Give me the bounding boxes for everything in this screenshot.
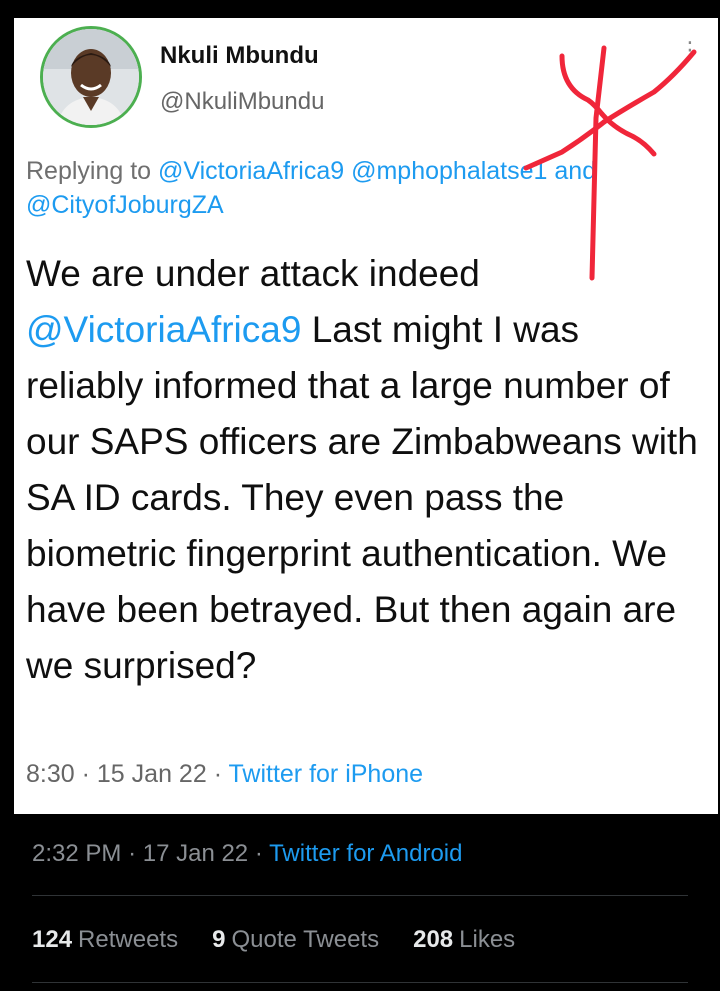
engagement-stats: 124 Retweets 9 Quote Tweets 208 Likes bbox=[32, 926, 515, 954]
mention-link[interactable]: @VictoriaAfrica9 bbox=[26, 309, 301, 350]
mention-link[interactable]: @mphophalatse1 bbox=[351, 157, 547, 185]
tweet-time[interactable]: 8:30 bbox=[26, 760, 75, 788]
separator-dot: · bbox=[254, 840, 263, 867]
more-icon[interactable]: ⋮ bbox=[678, 38, 702, 62]
tweet-text-line: We are under attack indeed bbox=[26, 253, 480, 294]
outer-tweet-metadata: 2:32 PM · 17 Jan 22 · Twitter for Androi… bbox=[32, 840, 462, 868]
separator-dot: · bbox=[81, 760, 90, 788]
replying-to-line: Replying to @VictoriaAfrica9 @mphophalat… bbox=[26, 154, 716, 222]
separator-dot: · bbox=[128, 840, 137, 867]
mention-link[interactable]: @VictoriaAfrica9 bbox=[158, 157, 344, 185]
tweet-date[interactable]: 15 Jan 22 bbox=[97, 760, 207, 788]
likes-stat[interactable]: 208 Likes bbox=[413, 926, 515, 954]
tweet-date[interactable]: 17 Jan 22 bbox=[143, 840, 248, 867]
stat-count: 124 bbox=[32, 926, 73, 953]
quote-tweets-stat[interactable]: 9 Quote Tweets bbox=[212, 926, 379, 954]
mention-link[interactable]: @CityofJoburgZA bbox=[26, 191, 224, 219]
display-name[interactable]: Nkuli Mbundu bbox=[160, 42, 319, 70]
quoted-tweet-screenshot[interactable]: Nkuli Mbundu @NkuliMbundu ⋮ Replying to … bbox=[14, 18, 718, 814]
avatar[interactable] bbox=[40, 26, 142, 128]
divider bbox=[32, 982, 688, 983]
replying-prefix: Replying to bbox=[26, 157, 152, 185]
divider bbox=[32, 895, 688, 896]
stat-count: 9 bbox=[212, 926, 226, 953]
tweet-text-body: reliably informed that a large number of… bbox=[26, 365, 698, 686]
stat-count: 208 bbox=[413, 926, 454, 953]
stat-label: Retweets bbox=[78, 926, 179, 953]
stat-label: Quote Tweets bbox=[231, 926, 380, 953]
tweet-source[interactable]: Twitter for Android bbox=[269, 840, 462, 867]
retweets-stat[interactable]: 124 Retweets bbox=[32, 926, 178, 954]
tweet-metadata: 8:30 · 15 Jan 22 · Twitter for iPhone bbox=[26, 760, 423, 789]
tweet-text: We are under attack indeed @VictoriaAfri… bbox=[26, 246, 710, 694]
screen: Nkuli Mbundu @NkuliMbundu ⋮ Replying to … bbox=[0, 0, 720, 991]
separator-dot: · bbox=[213, 760, 223, 788]
stat-label: Likes bbox=[459, 926, 516, 953]
and-others-link[interactable]: and bbox=[554, 157, 596, 185]
tweet-text-line: Last might I was bbox=[301, 309, 580, 350]
user-handle[interactable]: @NkuliMbundu bbox=[160, 88, 324, 116]
tweet-time[interactable]: 2:32 PM bbox=[32, 840, 121, 867]
tweet-source[interactable]: Twitter for iPhone bbox=[229, 760, 424, 788]
